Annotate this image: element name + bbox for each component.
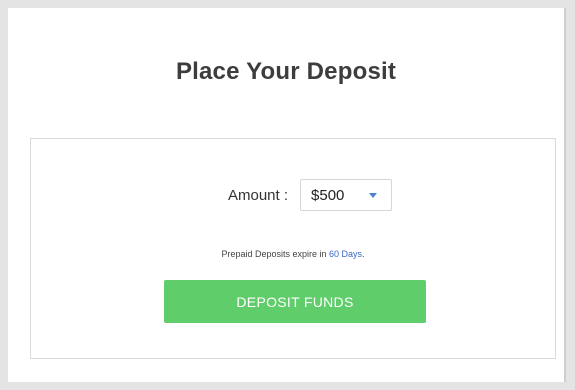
amount-select-value: $500 bbox=[311, 186, 345, 204]
amount-row: Amount : $500 bbox=[31, 179, 555, 211]
deposit-panel: Place Your Deposit Amount : $500 Prepaid… bbox=[8, 8, 566, 382]
expire-note-suffix: . bbox=[362, 249, 365, 259]
amount-select[interactable]: $500 bbox=[300, 179, 393, 211]
amount-label: Amount : bbox=[227, 186, 289, 204]
expire-note-text: Prepaid Deposits expire in bbox=[221, 249, 329, 259]
deposit-card: Amount : $500 Prepaid Deposits expire in… bbox=[30, 138, 556, 359]
expire-note: Prepaid Deposits expire in 60 Days. bbox=[31, 249, 555, 259]
expire-period-link[interactable]: 60 Days bbox=[329, 249, 362, 259]
caret-down-icon bbox=[369, 193, 378, 198]
page-title: Place Your Deposit bbox=[175, 58, 397, 85]
deposit-funds-button[interactable]: DEPOSIT FUNDS bbox=[164, 280, 426, 323]
